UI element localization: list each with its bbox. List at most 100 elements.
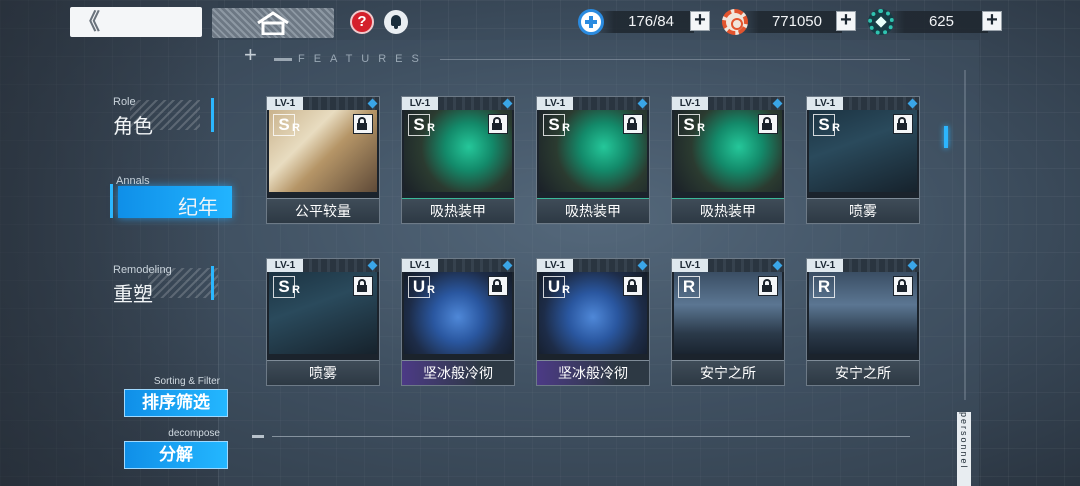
nav-annals-zh: 纪年 xyxy=(178,197,218,219)
feature-card[interactable]: LV-1 S R 公平较量 xyxy=(266,96,380,224)
card-name: 吸热装甲 xyxy=(537,198,649,223)
nav-remodeling-indicator xyxy=(211,266,214,300)
add-crystal-button[interactable]: + xyxy=(982,10,1002,31)
card-level: LV-1 xyxy=(267,259,303,272)
coin-value: 771050 xyxy=(771,13,822,30)
crystal-gear-icon xyxy=(868,9,894,35)
card-rarity-sub: R xyxy=(697,122,705,134)
lock-icon[interactable] xyxy=(893,114,913,134)
add-stamina-button[interactable]: + xyxy=(690,10,710,31)
card-rarity-sub: R xyxy=(292,122,300,134)
footer-divider xyxy=(272,436,910,437)
scroll-track[interactable] xyxy=(964,70,966,400)
add-coin-button[interactable]: + xyxy=(836,10,856,31)
nav-role-en: Role xyxy=(113,96,136,108)
card-level: LV-1 xyxy=(537,259,573,272)
card-header-bar xyxy=(438,97,514,110)
card-name: 公平较量 xyxy=(267,198,379,223)
card-rarity-sub: R xyxy=(832,122,840,134)
card-level: LV-1 xyxy=(807,259,843,272)
card-name: 安宁之所 xyxy=(672,360,784,385)
decompose-caption: decompose xyxy=(168,428,220,439)
features-title: FEATURES xyxy=(298,53,428,65)
card-header-bar xyxy=(843,97,919,110)
card-rarity-sub: R xyxy=(562,284,570,296)
lock-icon[interactable] xyxy=(893,276,913,296)
lock-icon[interactable] xyxy=(758,276,778,296)
card-header-bar xyxy=(843,259,919,272)
personnel-tab[interactable]: personnel xyxy=(957,412,971,486)
card-level: LV-1 xyxy=(807,97,843,110)
lock-icon[interactable] xyxy=(353,114,373,134)
card-level: LV-1 xyxy=(402,97,438,110)
home-icon xyxy=(257,11,289,35)
feature-card[interactable]: LV-1 U R 坚冰般冷彻 xyxy=(536,258,650,386)
card-level: LV-1 xyxy=(402,259,438,272)
card-rarity: R xyxy=(813,276,835,298)
coin-resource: 771050 + xyxy=(722,9,860,35)
notification-bell-button[interactable] xyxy=(384,10,408,34)
header-dash xyxy=(274,58,292,61)
feature-card[interactable]: LV-1 S R 吸热装甲 xyxy=(401,96,515,224)
nav-role-indicator xyxy=(211,98,214,132)
card-rarity-sub: R xyxy=(292,284,300,296)
lock-icon[interactable] xyxy=(758,114,778,134)
corner-mark: + xyxy=(244,42,257,67)
feature-card[interactable]: LV-1 R 安宁之所 xyxy=(671,258,785,386)
nav-annals-en: Annals xyxy=(116,175,150,187)
nav-role-zh: 角色 xyxy=(113,116,153,138)
feature-card[interactable]: LV-1 S R 喷雾 xyxy=(806,96,920,224)
card-name: 吸热装甲 xyxy=(672,198,784,223)
lock-icon[interactable] xyxy=(623,114,643,134)
lock-icon[interactable] xyxy=(488,114,508,134)
card-level: LV-1 xyxy=(537,97,573,110)
card-name: 喷雾 xyxy=(807,198,919,223)
lock-icon[interactable] xyxy=(353,276,373,296)
card-name: 喷雾 xyxy=(267,360,379,385)
nav-annals-indicator xyxy=(110,184,113,218)
card-name: 坚冰般冷彻 xyxy=(537,360,649,385)
card-header-bar xyxy=(303,97,379,110)
nav-remodeling[interactable]: Remodeling 重塑 xyxy=(110,264,220,306)
scroll-thumb[interactable] xyxy=(944,126,948,148)
back-button[interactable]: 《 xyxy=(70,7,202,37)
feature-card[interactable]: LV-1 S R 吸热装甲 xyxy=(536,96,650,224)
card-level: LV-1 xyxy=(672,97,708,110)
feature-card[interactable]: LV-1 S R 喷雾 xyxy=(266,258,380,386)
card-name: 安宁之所 xyxy=(807,360,919,385)
card-rarity: R xyxy=(678,276,700,298)
feature-card[interactable]: LV-1 U R 坚冰般冷彻 xyxy=(401,258,515,386)
card-level: LV-1 xyxy=(672,259,708,272)
card-level: LV-1 xyxy=(267,97,303,110)
lock-icon[interactable] xyxy=(488,276,508,296)
lock-icon[interactable] xyxy=(623,276,643,296)
nav-annals[interactable]: Annals 纪年 xyxy=(110,174,236,222)
card-header-bar xyxy=(303,259,379,272)
card-name: 吸热装甲 xyxy=(402,198,514,223)
card-header-bar xyxy=(708,97,784,110)
features-divider xyxy=(440,59,910,60)
nav-role[interactable]: Role 角色 xyxy=(110,96,220,138)
stamina-resource: 176/84 + xyxy=(578,9,714,35)
card-header-bar xyxy=(573,97,649,110)
card-rarity-sub: R xyxy=(562,122,570,134)
card-rarity-sub: R xyxy=(427,284,435,296)
gear-coin-icon xyxy=(722,9,748,35)
feature-card[interactable]: LV-1 R 安宁之所 xyxy=(806,258,920,386)
card-header-bar xyxy=(573,259,649,272)
crystal-value: 625 xyxy=(928,13,954,30)
home-button[interactable] xyxy=(212,8,334,38)
footer-dash xyxy=(252,435,264,438)
stamina-plus-icon xyxy=(578,9,604,35)
decompose-button[interactable]: 分解 xyxy=(124,441,228,469)
nav-remodeling-zh: 重塑 xyxy=(113,284,153,306)
help-button[interactable]: ? xyxy=(350,10,374,34)
card-name: 坚冰般冷彻 xyxy=(402,360,514,385)
card-header-bar xyxy=(708,259,784,272)
crystal-resource: 625 + xyxy=(868,9,1006,35)
card-rarity-sub: R xyxy=(427,122,435,134)
feature-card[interactable]: LV-1 S R 吸热装甲 xyxy=(671,96,785,224)
nav-remodeling-en: Remodeling xyxy=(113,264,172,276)
sort-filter-button[interactable]: 排序筛选 xyxy=(124,389,228,417)
card-header-bar xyxy=(438,259,514,272)
